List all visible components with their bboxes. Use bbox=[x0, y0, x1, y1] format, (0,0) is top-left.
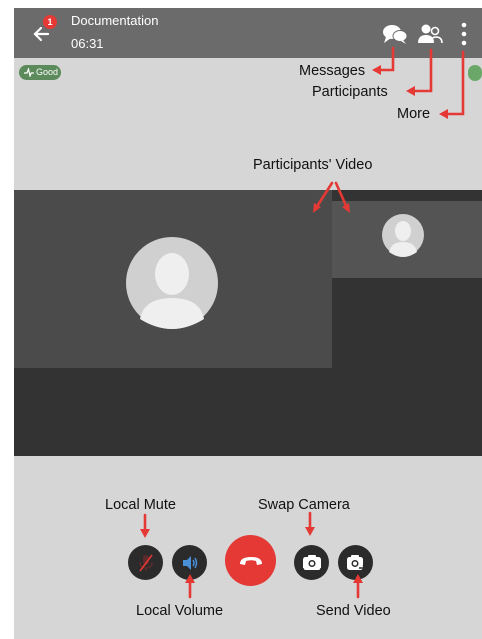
annotation-participants: Participants bbox=[312, 84, 388, 100]
annotation-more: More bbox=[397, 106, 431, 122]
annotation-local-volume: Local Volume bbox=[136, 603, 224, 619]
annotation-participants-video: Participants' Video bbox=[253, 157, 373, 173]
annotation-send-video: Send Video bbox=[316, 603, 391, 619]
annotation-swap-camera: Swap Camera bbox=[258, 497, 350, 513]
annotation-messages: Messages bbox=[299, 63, 366, 79]
annotation-arrows bbox=[140, 46, 465, 599]
annotation-local-mute: Local Mute bbox=[105, 497, 176, 513]
